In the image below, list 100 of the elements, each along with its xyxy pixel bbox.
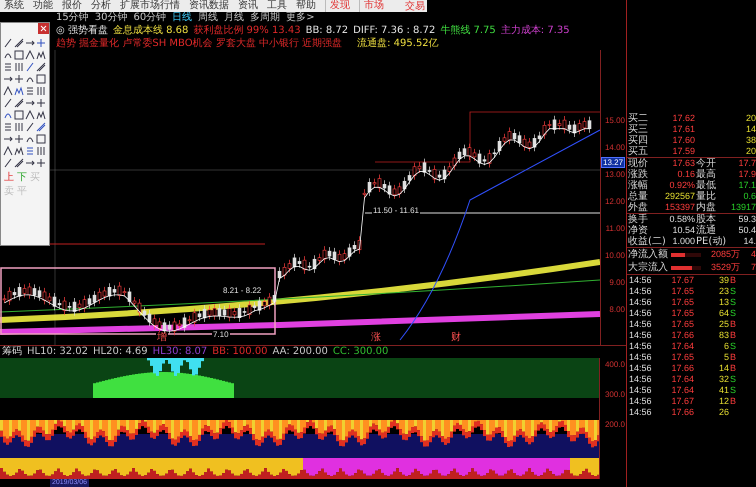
tick-time: 14:56 [629, 275, 653, 286]
quote-value: 17.60 [671, 135, 695, 146]
drawing-tool-icon[interactable] [14, 74, 24, 84]
tick-price: 17.65 [670, 352, 694, 363]
price-label: 11.50 - 11.61 [372, 206, 420, 216]
indicator-value: 主力成本: 7.35 [500, 25, 570, 37]
tick-time: 14:56 [629, 330, 653, 341]
indicator-value: HL20: 4.69 [93, 346, 148, 358]
drawing-tool-icon[interactable] [36, 62, 46, 72]
quote-value: 14. [742, 236, 756, 247]
current-price-marker: 13.27 [601, 157, 626, 168]
drawing-tool-icon[interactable] [36, 38, 46, 48]
menu-item[interactable]: 发现 [325, 0, 350, 12]
tick-price: 17.66 [670, 363, 694, 374]
indicator-value: BB: 100.00 [212, 346, 268, 358]
drawing-tool-icon[interactable] [36, 98, 46, 108]
tick-price: 17.66 [670, 330, 694, 341]
close-button[interactable] [38, 23, 49, 34]
quote-value: 38 [744, 135, 756, 146]
quote-value: 17.1 [737, 180, 756, 191]
quote-value: 50.4 [737, 225, 756, 236]
indicator-value: 获利盘比例 99% 13.43 [193, 25, 301, 37]
quote-label: 流通 [696, 225, 717, 236]
tick-volume: 39 [718, 275, 729, 286]
tick-price: 17.67 [670, 396, 694, 407]
drawing-tool-icon[interactable] [3, 134, 13, 144]
quote-value: 17.7 [737, 158, 756, 169]
menu-item[interactable]: 分析 [91, 0, 111, 12]
menu-item[interactable]: 帮助 [296, 0, 316, 12]
quote-value: 14 [744, 124, 756, 135]
quote-label: 买二 [628, 113, 649, 124]
indicator-axis-label: 400.0 [604, 360, 625, 370]
quote-label: 最高 [696, 169, 717, 180]
quote-label: 内盘 [696, 202, 717, 213]
indicator-value: AA: 200.00 [272, 346, 328, 358]
drawing-tool-icon[interactable] [36, 122, 46, 132]
quote-value: 1.000 [671, 236, 695, 247]
drawing-tool-icon[interactable] [25, 38, 35, 48]
menu-item[interactable]: 交易 [405, 0, 427, 13]
quote-label: 涨幅 [628, 180, 649, 191]
drawing-tool-icon[interactable] [3, 62, 13, 72]
menu-item[interactable]: 功能 [33, 0, 53, 12]
tick-price: 17.64 [670, 385, 694, 396]
tick-price: 17.65 [670, 319, 694, 330]
drawing-tool-icon[interactable] [14, 38, 24, 48]
tick-side: B [730, 330, 738, 341]
period-tab[interactable]: 15分钟 [56, 12, 89, 24]
drawing-tool-icon[interactable] [3, 74, 13, 84]
drawing-tool-icon[interactable] [25, 86, 35, 96]
indicator-value: HL10: 32.02 [27, 346, 88, 358]
indicator-value: CC: 300.00 [332, 346, 388, 358]
drawing-tool-icon[interactable] [36, 86, 46, 96]
menu-item[interactable]: 资讯 [238, 0, 258, 12]
period-tab[interactable]: 月线 [224, 12, 244, 24]
text-tool-button[interactable]: 上 [4, 172, 14, 183]
period-tab[interactable]: 60分钟 [133, 12, 166, 24]
price-axis-label: 14.00 [604, 143, 625, 152]
event-marker: 涨 [370, 333, 382, 344]
tick-time: 14:56 [629, 396, 653, 407]
menu-item[interactable]: 报价 [62, 0, 82, 12]
indicator-value: 牛熊线 7.75 [440, 25, 496, 37]
quote-value: 153397 [665, 202, 695, 213]
tick-volume: 5 [722, 352, 729, 363]
tick-side: S [730, 286, 738, 297]
flow-label: 大宗流入 [628, 262, 669, 273]
tick-price: 17.64 [670, 341, 694, 352]
tick-side: B [730, 352, 738, 363]
drawing-tool-icon[interactable] [25, 98, 35, 108]
drawing-tool-icon[interactable] [14, 122, 24, 132]
period-tab[interactable]: 30分钟 [94, 12, 128, 24]
flow-value: 2085万 [710, 249, 740, 260]
quote-label: 收益(二) [628, 236, 664, 247]
drawing-tool-icon[interactable] [14, 98, 24, 108]
indicator-value: 金息成本线 8.68 [112, 25, 188, 37]
drawing-tool-icon[interactable] [14, 134, 24, 144]
menu-item[interactable]: 工具 [267, 0, 287, 12]
drawing-tool-icon[interactable] [25, 158, 35, 168]
tick-price: 17.65 [670, 308, 694, 319]
flow-value: 4 [750, 249, 756, 260]
menu-item[interactable]: 资讯数据 [189, 0, 229, 12]
period-tab[interactable]: 更多> [286, 12, 315, 24]
quote-value: 20 [744, 146, 756, 157]
drawing-tool-icon[interactable] [36, 158, 46, 168]
period-tab[interactable]: 周线 [198, 12, 218, 24]
price-axis-label: 9.00 [609, 278, 625, 288]
drawing-tool-icon[interactable] [14, 62, 24, 72]
tick-side: B [730, 396, 738, 407]
quote-label: 今开 [696, 158, 717, 169]
period-tab[interactable]: 多周期 [250, 12, 280, 24]
quote-value: 0.16 [676, 169, 695, 180]
drawing-tool-icon[interactable] [36, 146, 46, 156]
drawing-tool-icon[interactable] [3, 122, 13, 132]
quote-label: 外盘 [628, 202, 649, 213]
tick-time: 14:56 [629, 374, 653, 385]
period-tab[interactable]: 日线 [172, 12, 192, 24]
drawing-tool-icon[interactable] [25, 146, 35, 156]
price-label: 7.10 [212, 330, 230, 340]
quote-value: 20 [744, 113, 756, 124]
tick-side: S [730, 374, 738, 385]
drawing-tool-icon[interactable] [14, 158, 24, 168]
